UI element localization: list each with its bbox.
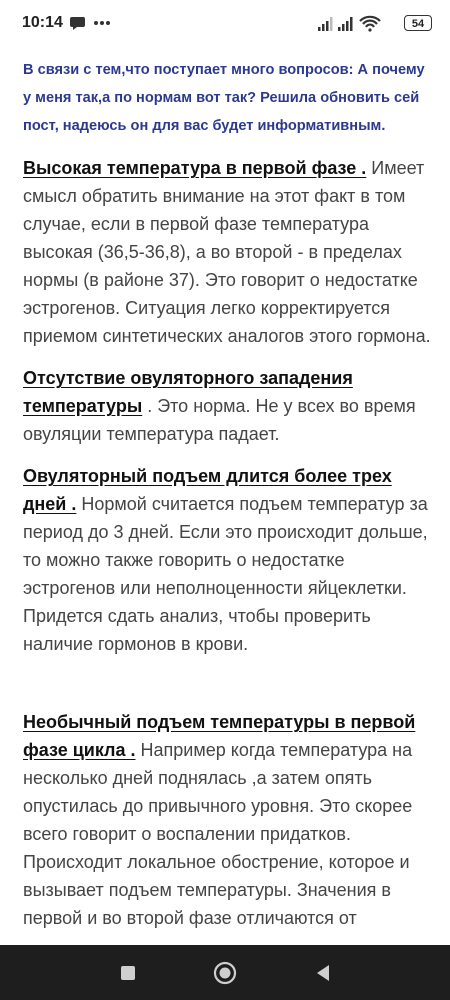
section-body: Нормой считается подъем температур за пе…	[23, 494, 428, 654]
wifi-icon	[359, 15, 381, 32]
navigation-bar	[0, 945, 450, 1000]
chat-bubble-icon	[70, 17, 110, 30]
recents-square-icon[interactable]	[116, 961, 140, 985]
section-body: Например когда температура на несколько …	[23, 740, 413, 928]
more-dots-icon	[94, 21, 98, 25]
section-ovulatory-rise-long: Овуляторный подъем длится более трех дне…	[23, 462, 431, 658]
battery-icon: 54	[404, 15, 432, 31]
section-unusual-rise: Необычный подъем температуры в первой фа…	[23, 708, 431, 932]
post-content: В связи с тем,что поступает много вопрос…	[23, 46, 431, 932]
section-no-ovulatory-dip: Отсутствие овуляторного западения темпер…	[23, 364, 431, 448]
back-triangle-icon[interactable]	[311, 961, 335, 985]
section-high-temp-first-phase: Высокая температура в первой фазе . Имее…	[23, 154, 431, 350]
status-bar: 10:14 54	[0, 0, 450, 46]
section-heading: Высокая температура в первой фазе .	[23, 158, 367, 178]
home-circle-icon[interactable]	[213, 961, 237, 985]
signal-icon-2	[338, 17, 353, 31]
section-body: Имеет смысл обратить внимание на этот фа…	[23, 158, 431, 346]
notification-icons	[70, 14, 120, 32]
signal-wifi-icons	[318, 15, 381, 32]
post-intro: В связи с тем,что поступает много вопрос…	[23, 62, 425, 134]
signal-icon	[318, 17, 333, 31]
status-time: 10:14	[22, 14, 63, 31]
